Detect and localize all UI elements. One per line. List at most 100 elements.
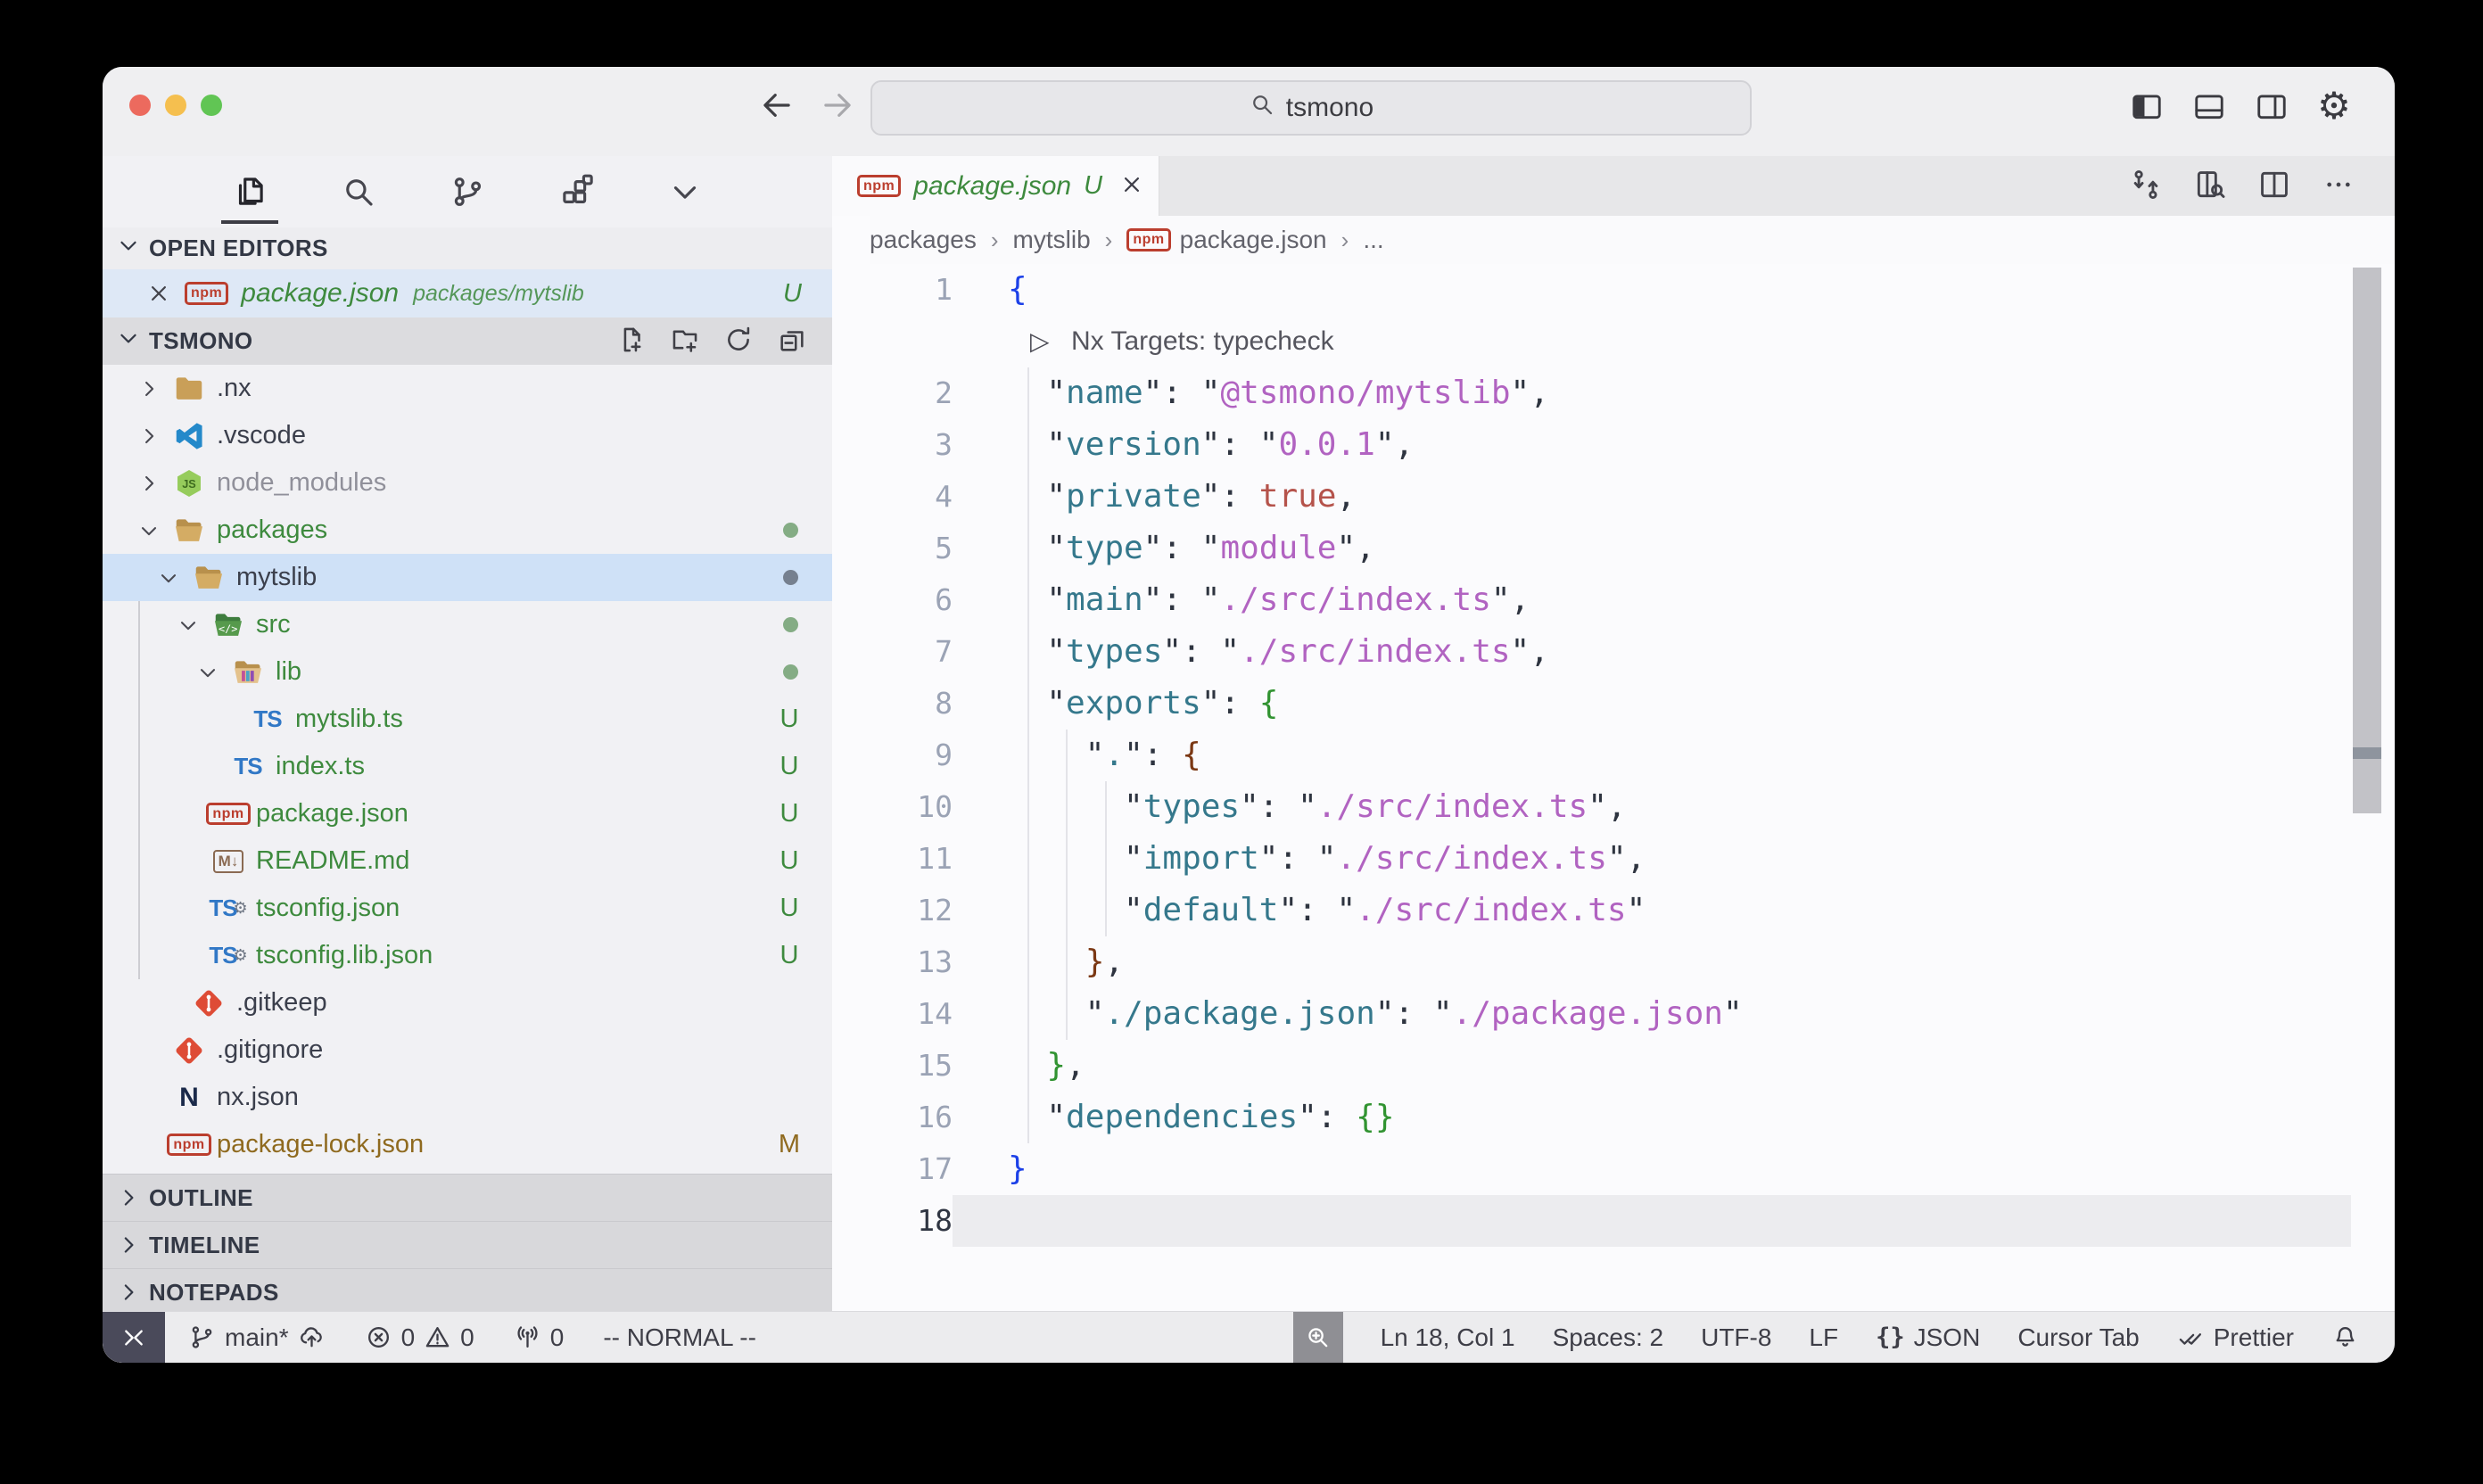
- open-editor-item[interactable]: npm package.json packages/mytslib U: [103, 269, 832, 317]
- language-mode[interactable]: {}JSON: [1876, 1312, 1980, 1363]
- close-window-button[interactable]: [129, 95, 151, 116]
- code-line-7[interactable]: 7 "types": "./src/index.ts",: [832, 626, 2395, 678]
- code-line-4[interactable]: 4 "private": true,: [832, 471, 2395, 523]
- open-preview-button[interactable]: [2193, 168, 2231, 205]
- chevron-right-icon: [136, 471, 161, 496]
- code-line-6[interactable]: 6 "main": "./src/index.ts",: [832, 574, 2395, 626]
- activity-more-views[interactable]: [651, 158, 719, 226]
- refresh-button[interactable]: [723, 325, 757, 359]
- breadcrumb-item[interactable]: mytslib: [1013, 226, 1091, 254]
- code-line-3[interactable]: 3 "version": "0.0.1",: [832, 419, 2395, 471]
- code-line-13[interactable]: 13 },: [832, 936, 2395, 988]
- split-editor-button[interactable]: [2257, 168, 2295, 205]
- open-editors-header[interactable]: OPEN EDITORS: [103, 227, 832, 269]
- editor-scrollbar[interactable]: [2353, 156, 2381, 1312]
- code-line-11[interactable]: 11 "import": "./src/index.ts",: [832, 833, 2395, 885]
- forward-button[interactable]: [819, 87, 856, 124]
- chevron-right-icon[interactable]: [129, 374, 169, 404]
- tree-item-package-lock-json[interactable]: npmpackage-lock.jsonM: [103, 1121, 832, 1168]
- breadcrumb-item[interactable]: ...: [1363, 226, 1383, 254]
- activity-extensions[interactable]: [542, 158, 610, 226]
- chevron-down-icon[interactable]: [129, 515, 169, 546]
- collapse-all-button[interactable]: [777, 325, 811, 359]
- ports-indicator[interactable]: 0: [514, 1312, 565, 1363]
- new-file-button[interactable]: [616, 325, 650, 359]
- chevron-down-icon[interactable]: [169, 610, 208, 640]
- activity-source-control[interactable]: [433, 158, 501, 226]
- code-line-18[interactable]: 18: [832, 1195, 2395, 1247]
- tree-item--vscode[interactable]: .vscode: [103, 412, 832, 459]
- scrollbar-slider[interactable]: [2353, 268, 2381, 813]
- code-line-9[interactable]: 9 ".": {: [832, 730, 2395, 781]
- cursor-tab[interactable]: Cursor Tab: [2017, 1312, 2139, 1363]
- code-line-5[interactable]: 5 "type": "module",: [832, 523, 2395, 574]
- close-editor-button[interactable]: [145, 278, 185, 309]
- nx-icon: N: [179, 1083, 199, 1113]
- code-line-2[interactable]: 2 "name": "@tsmono/mytslib",: [832, 367, 2395, 419]
- chevron-down-icon[interactable]: [188, 657, 227, 688]
- layout-panel-button[interactable]: [2190, 87, 2229, 126]
- new-folder-button[interactable]: [670, 325, 704, 359]
- chevron-down-icon: [115, 325, 142, 351]
- tree-item-tsconfig-lib-json[interactable]: TS⚙tsconfig.lib.jsonU: [103, 932, 832, 979]
- tree-item-node-modules[interactable]: JSnode_modules: [103, 459, 832, 507]
- eol[interactable]: LF: [1809, 1312, 1838, 1363]
- code-line-1[interactable]: 1{: [832, 264, 2395, 316]
- close-tab-button[interactable]: [1118, 171, 1149, 202]
- chevron-down-icon[interactable]: [149, 563, 188, 593]
- minimize-window-button[interactable]: [165, 95, 186, 116]
- layout-sidebar-left-button[interactable]: [2127, 87, 2166, 126]
- tree-item--gitignore[interactable]: .gitignore: [103, 1026, 832, 1074]
- tree-item-index-ts[interactable]: TSindex.tsU: [103, 743, 832, 790]
- breadcrumb-item[interactable]: packages: [870, 226, 977, 254]
- tree-item-lib[interactable]: lib: [103, 648, 832, 696]
- folder-open-icon: [192, 561, 226, 595]
- tree-item-packages[interactable]: packages: [103, 507, 832, 554]
- encoding[interactable]: UTF-8: [1701, 1312, 1771, 1363]
- cursor-position[interactable]: Ln 18, Col 1: [1381, 1312, 1515, 1363]
- section-notepads[interactable]: NOTEPADS: [103, 1268, 832, 1315]
- remote-indicator[interactable]: [103, 1312, 165, 1363]
- code-line-14[interactable]: 14 "./package.json": "./package.json": [832, 988, 2395, 1040]
- command-center-search[interactable]: tsmono: [870, 80, 1752, 136]
- code-line-8[interactable]: 8 "exports": {: [832, 678, 2395, 730]
- layout-sidebar-right-button[interactable]: [2252, 87, 2291, 126]
- tree-item-src[interactable]: </>src: [103, 601, 832, 648]
- tree-item-mytslib-ts[interactable]: TSmytslib.tsU: [103, 696, 832, 743]
- tab-package-json[interactable]: npm package.json U: [832, 156, 1159, 216]
- project-header[interactable]: TSMONO: [103, 317, 832, 365]
- breadcrumb-item[interactable]: npmpackage.json: [1126, 226, 1326, 254]
- tree-item-nx-json[interactable]: Nnx.json: [103, 1074, 832, 1121]
- back-button[interactable]: [758, 87, 796, 124]
- indentation[interactable]: Spaces: 2: [1553, 1312, 1664, 1363]
- tree-item-mytslib[interactable]: mytslib: [103, 554, 832, 601]
- code-line-16[interactable]: 16 "dependencies": {}: [832, 1092, 2395, 1143]
- vim-mode-indicator[interactable]: -- NORMAL --: [603, 1312, 756, 1363]
- tree-item--gitkeep[interactable]: .gitkeep: [103, 979, 832, 1026]
- problems-indicator[interactable]: 00: [365, 1312, 474, 1363]
- open-changes-button[interactable]: [2129, 168, 2166, 205]
- code-line-17[interactable]: 17}: [832, 1143, 2395, 1195]
- branch-indicator[interactable]: main*: [188, 1312, 326, 1363]
- code-line-15[interactable]: 15 },: [832, 1040, 2395, 1092]
- settings-gear-button[interactable]: ⚙: [2314, 87, 2354, 126]
- activity-bar: [103, 156, 832, 227]
- codelens-row[interactable]: ▷Nx Targets: typecheck: [832, 316, 2395, 367]
- chevron-right-icon[interactable]: [129, 421, 169, 451]
- tree-item-package-json[interactable]: npmpackage.jsonU: [103, 790, 832, 837]
- tree-item-tsconfig-json[interactable]: TS⚙tsconfig.jsonU: [103, 885, 832, 932]
- code-line-12[interactable]: 12 "default": "./src/index.ts": [832, 885, 2395, 936]
- tree-item-README-md[interactable]: M↓README.mdU: [103, 837, 832, 885]
- section-outline[interactable]: OUTLINE: [103, 1174, 832, 1221]
- formatter[interactable]: Prettier: [2177, 1312, 2294, 1363]
- activity-explorer[interactable]: [216, 158, 284, 226]
- activity-search[interactable]: [325, 158, 392, 226]
- notifications[interactable]: [2331, 1312, 2359, 1363]
- chevron-right-icon[interactable]: [129, 468, 169, 499]
- code-line-10[interactable]: 10 "types": "./src/index.ts",: [832, 781, 2395, 833]
- open-editor-path: packages/mytslib: [413, 281, 584, 307]
- zoom-window-button[interactable]: [201, 95, 222, 116]
- section-timeline[interactable]: TIMELINE: [103, 1221, 832, 1268]
- zoom-indicator[interactable]: [1293, 1312, 1343, 1363]
- tree-item--nx[interactable]: .nx: [103, 365, 832, 412]
